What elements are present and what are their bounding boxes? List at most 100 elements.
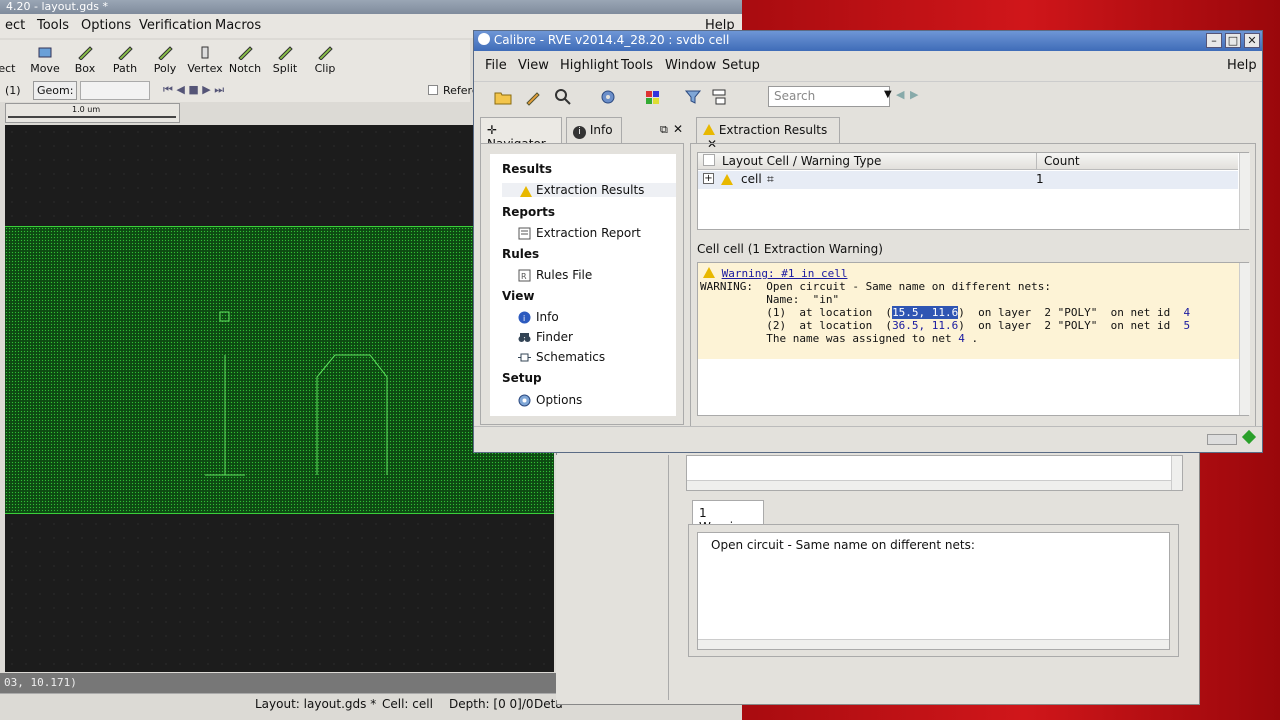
nav-section-reports: Reports	[502, 205, 556, 219]
warning-icon	[703, 267, 715, 278]
detail-scrollbar[interactable]	[1239, 263, 1250, 415]
menu-verification[interactable]: Verification	[139, 18, 212, 33]
nav-section-results: Results	[502, 162, 553, 176]
warning-link[interactable]: Warning: #1 in cell	[722, 267, 848, 280]
ruler-label: 1.0 um	[72, 105, 101, 114]
pencil-icon	[278, 46, 293, 60]
search-input[interactable]: Search	[768, 86, 890, 107]
menu-file[interactable]: File	[485, 58, 507, 73]
nav-item-finder[interactable]: Finder	[518, 330, 573, 344]
menu-tools[interactable]: Tools	[621, 58, 653, 73]
tab-navigator[interactable]: ✛ Navigator	[480, 117, 562, 151]
cell-caption: Cell cell (1 Extraction Warning)	[697, 242, 883, 256]
nav-item-info[interactable]: i Info	[518, 310, 559, 324]
filter-icon[interactable]	[684, 88, 702, 106]
extraction-results-panel: Layout Cell / Warning Type Count + cell …	[690, 143, 1256, 427]
location-1-link[interactable]: 15.5, 11.6	[892, 306, 959, 319]
menu-highlight[interactable]: Highlight	[560, 58, 619, 73]
scale-ruler: 1.0 um	[5, 103, 180, 123]
nav-item-rules-file[interactable]: R Rules File	[518, 268, 592, 282]
menu-window[interactable]: Window	[665, 58, 716, 73]
maximize-button[interactable]: □	[1225, 33, 1241, 48]
row-count: 1	[1036, 172, 1044, 186]
box-tool[interactable]: Box	[63, 42, 107, 75]
results-scrollbar[interactable]	[1239, 153, 1250, 229]
binoculars-icon	[518, 333, 531, 342]
settings-gear-icon[interactable]	[599, 88, 617, 106]
tab-info[interactable]: i Info	[566, 117, 622, 143]
search-prev-icon[interactable]: ◀	[896, 88, 904, 101]
vertex-tool[interactable]: Vertex	[183, 42, 227, 75]
search-dropdown-icon[interactable]: ▼	[884, 89, 892, 100]
menu-select[interactable]: ect	[5, 18, 25, 33]
nav-buttons[interactable]: ⏮ ◀ ■ ▶ ⏭	[163, 83, 224, 97]
warning-text-box: Open circuit - Same name on different ne…	[697, 532, 1170, 650]
details-hscrollbar[interactable]	[687, 480, 1171, 490]
rules-file-icon: R	[518, 269, 531, 282]
rve-menubar: File View Highlight Tools Window Setup H…	[474, 53, 1262, 77]
rve-title: Calibre - RVE v2014.4_28.20 : svdb cell	[493, 33, 730, 47]
vertex-icon	[201, 46, 209, 59]
pencil-icon	[118, 46, 133, 60]
pencil-icon	[318, 46, 333, 60]
nav-item-options[interactable]: Options	[518, 393, 582, 407]
net-id-link[interactable]: 4	[1183, 306, 1190, 319]
menu-tools[interactable]: Tools	[37, 18, 69, 33]
undock-icon[interactable]: ⧉	[660, 123, 668, 137]
details-top-list	[686, 455, 1183, 491]
zoom-icon[interactable]	[554, 88, 572, 106]
warning-detail-text: Warning: #1 in cell WARNING: Open circui…	[698, 263, 1241, 359]
reference-checkbox[interactable]	[428, 85, 438, 95]
geom-dropdown[interactable]: Geom:	[33, 81, 77, 100]
menu-view[interactable]: View	[518, 58, 549, 73]
color-grid-icon[interactable]	[644, 88, 662, 106]
path-tool[interactable]: Path	[103, 42, 147, 75]
column-header-cell[interactable]: Layout Cell / Warning Type	[722, 154, 881, 168]
net-id-link[interactable]: 4	[958, 332, 965, 345]
layout-geometry[interactable]	[5, 125, 554, 672]
details-scrollbar[interactable]	[1171, 456, 1182, 490]
net-id-link[interactable]: 5	[1183, 319, 1190, 332]
navigator-icon: ✛	[487, 123, 498, 137]
layout-window-title: 4.20 - layout.gds *	[0, 0, 742, 14]
status-ok-icon	[1241, 429, 1257, 445]
navigator-tabs: ✛ Navigator i Info ⧉ ✕	[480, 117, 684, 151]
warning-hscrollbar[interactable]	[698, 639, 1169, 649]
table-row[interactable]: + cell ⌗ 1	[698, 171, 1238, 189]
nav-item-extraction-report[interactable]: Extraction Report	[518, 226, 641, 240]
close-panel-icon[interactable]: ✕	[673, 122, 683, 136]
notch-tool[interactable]: Notch	[223, 42, 267, 75]
tab-extraction-results[interactable]: Extraction Results ✕	[696, 117, 840, 151]
search-next-icon[interactable]: ▶	[910, 88, 918, 101]
close-button[interactable]: ✕	[1244, 33, 1260, 48]
clip-tool[interactable]: Clip	[303, 42, 347, 75]
expand-icon[interactable]: +	[703, 173, 714, 184]
highlight-icon[interactable]	[524, 88, 542, 106]
hierarchy-icon[interactable]	[710, 88, 728, 106]
geom-value-input[interactable]	[80, 81, 150, 100]
nav-item-extraction-results[interactable]: Extraction Results	[502, 183, 676, 197]
menu-options[interactable]: Options	[81, 18, 131, 33]
tab-warnings[interactable]: 1 Warning	[692, 500, 764, 534]
menu-setup[interactable]: Setup	[722, 58, 760, 73]
menu-help[interactable]: Help	[1227, 58, 1257, 73]
column-header-count[interactable]: Count	[1044, 154, 1080, 168]
minimize-button[interactable]: –	[1206, 33, 1222, 48]
svg-text:R: R	[521, 272, 527, 281]
results-tree: Layout Cell / Warning Type Count + cell …	[697, 152, 1250, 230]
location-2-link[interactable]: 36.5, 11.6	[892, 319, 958, 332]
pencil-icon	[158, 46, 173, 60]
nav-item-schematics[interactable]: Schematics	[518, 350, 605, 364]
open-folder-icon[interactable]	[494, 88, 512, 106]
menu-macros[interactable]: Macros	[215, 18, 261, 33]
info-icon: i	[518, 311, 531, 324]
poly-tool[interactable]: Poly	[143, 42, 187, 75]
select-tool[interactable]: elect	[0, 42, 24, 75]
status-depth: Depth: [0 0]/0	[449, 697, 534, 711]
warning-icon	[721, 174, 733, 185]
warning-icon	[520, 186, 532, 197]
warning-name-line: Name: "in"	[700, 293, 840, 306]
split-tool[interactable]: Split	[263, 42, 307, 75]
select-icon	[0, 44, 11, 60]
move-tool[interactable]: Move	[23, 42, 67, 75]
